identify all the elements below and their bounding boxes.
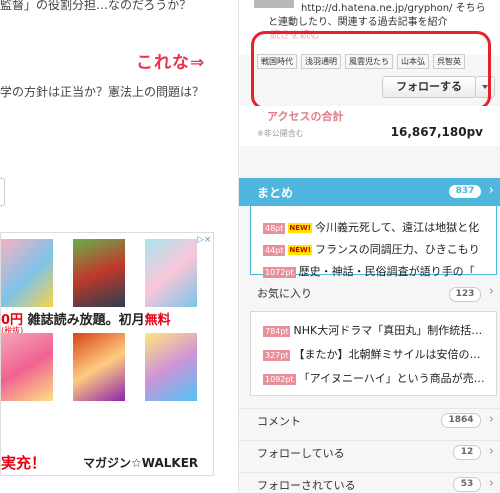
list-item[interactable]: 44pt NEW! フランスの同調圧力、ひきこもり xyxy=(263,241,480,259)
list-item[interactable]: 1072pt 歴史・神話・民俗調査が語り手の「 xyxy=(263,263,475,281)
chevron-right-icon: › xyxy=(488,476,494,491)
ad-brand-logo: マガジン☆WALKER xyxy=(83,456,199,470)
chevron-right-icon: › xyxy=(488,412,494,427)
points-badge: 784pt xyxy=(263,325,291,337)
manga-cover xyxy=(1,333,53,401)
avatar xyxy=(254,0,294,8)
list-item[interactable]: 1092pt 「アイヌニーハイ」という商品が売… xyxy=(263,370,485,388)
list-item-title: 「アイヌニーハイ」という商品が売… xyxy=(298,372,485,385)
article-area: 監督」の役割分担…なのだろうか？ これな⇒ 学の方針は正当か？憲法上の問題は？ … xyxy=(0,0,238,493)
favorites-count-badge: 123 xyxy=(449,287,481,302)
manga-cover-row xyxy=(1,239,213,307)
followers-count-badge: 53 xyxy=(453,477,481,492)
following-label: フォローしている xyxy=(257,447,345,460)
manga-cover xyxy=(1,239,53,307)
stats-note: ※非公開含む xyxy=(257,129,304,138)
ad-footer-tagline: 実充！ xyxy=(1,454,47,472)
annotation-arrow-text: これな⇒ xyxy=(136,53,206,73)
article-text-line: 監督」の役割分担…なのだろうか？ xyxy=(0,0,192,12)
sidebar: http://d.hatena.ne.jp/gryphon/ そちら と連動した… xyxy=(239,0,500,493)
comments-section-link[interactable]: コメント 1864 › xyxy=(239,408,500,431)
matome-section-header[interactable]: まとめ 837 › xyxy=(239,178,500,206)
list-item[interactable]: 48pt NEW! 今川義元死して、遠江は地獄と化 xyxy=(263,219,479,237)
new-badge: NEW! xyxy=(288,245,312,255)
favorites-title: お気に入り xyxy=(257,287,312,300)
followers-section-link[interactable]: フォローされている 53 › xyxy=(239,472,500,493)
comments-label: コメント xyxy=(257,415,301,428)
following-section-link[interactable]: フォローしている 12 › xyxy=(239,440,500,463)
list-item[interactable]: 784pt NHK大河ドラマ「真田丸」制作統括… xyxy=(263,322,482,340)
list-item-title: 今川義元死して、遠江は地獄と化 xyxy=(314,221,480,234)
comments-count-badge: 1864 xyxy=(441,413,481,428)
points-badge: 327pt xyxy=(263,349,291,361)
points-badge: 48pt xyxy=(263,222,286,234)
ad-promo-text: 0円 雑誌読み放題。初月無料 (税抜) xyxy=(1,309,213,335)
ad-footer: 実充！ マガジン☆WALKER xyxy=(1,449,213,475)
favorites-section-header[interactable]: お気に入り 123 › xyxy=(239,283,500,303)
points-badge: 1072pt xyxy=(263,266,296,278)
magazine-ad[interactable]: ▷× 0円 雑誌読み放題。初月無料 (税抜) 実充！ マガジン☆WALKER xyxy=(0,232,214,476)
matome-count-badge: 837 xyxy=(449,185,481,198)
new-badge: NEW! xyxy=(288,223,312,233)
access-stats: アクセスの合計 ※非公開含む 16,867,180pv xyxy=(239,106,500,146)
followers-label: フォローされている xyxy=(257,479,356,492)
matome-title: まとめ xyxy=(257,186,294,200)
manga-cover xyxy=(73,239,125,307)
manga-cover xyxy=(73,333,125,401)
chevron-right-icon: › xyxy=(488,284,494,299)
list-item-title: フランスの同調圧力、ひきこもり xyxy=(314,243,480,256)
promo-free: 無料 xyxy=(144,313,171,328)
favorites-list: 784pt NHK大河ドラマ「真田丸」制作統括… 327pt 【またか】北朝鮮ミサイ… xyxy=(250,311,497,396)
manga-cover-row xyxy=(1,333,213,401)
manga-cover xyxy=(145,239,197,307)
promo-copy: 雑誌読み放題。初月 xyxy=(27,313,145,328)
points-badge: 44pt xyxy=(263,244,286,256)
chevron-right-icon: › xyxy=(488,183,494,198)
annotation-highlight-box xyxy=(251,31,491,110)
scroll-edge xyxy=(0,178,5,206)
list-item-title: NHK大河ドラマ「真田丸」制作統括… xyxy=(293,324,483,337)
profile-url[interactable]: http://d.hatena.ne.jp/gryphon/ そちら xyxy=(301,0,486,14)
list-item-title: 【またか】北朝鮮ミサイルは安倍の… xyxy=(293,348,481,361)
list-item[interactable]: 327pt 【またか】北朝鮮ミサイルは安倍の… xyxy=(263,346,480,364)
chevron-right-icon: › xyxy=(488,444,494,459)
manga-cover xyxy=(145,333,197,401)
following-count-badge: 12 xyxy=(453,445,481,460)
pageview-total: 16,867,180pv xyxy=(390,125,483,139)
article-text-line: 学の方針は正当か？憲法上の問題は？ xyxy=(0,85,205,99)
list-item-title: 歴史・神話・民俗調査が語り手の「 xyxy=(298,265,475,278)
stats-label: アクセスの合計 xyxy=(267,110,344,123)
points-badge: 1092pt xyxy=(263,373,296,385)
matome-list: 48pt NEW! 今川義元死して、遠江は地獄と化 44pt NEW! フランスの同調圧… xyxy=(250,206,497,278)
